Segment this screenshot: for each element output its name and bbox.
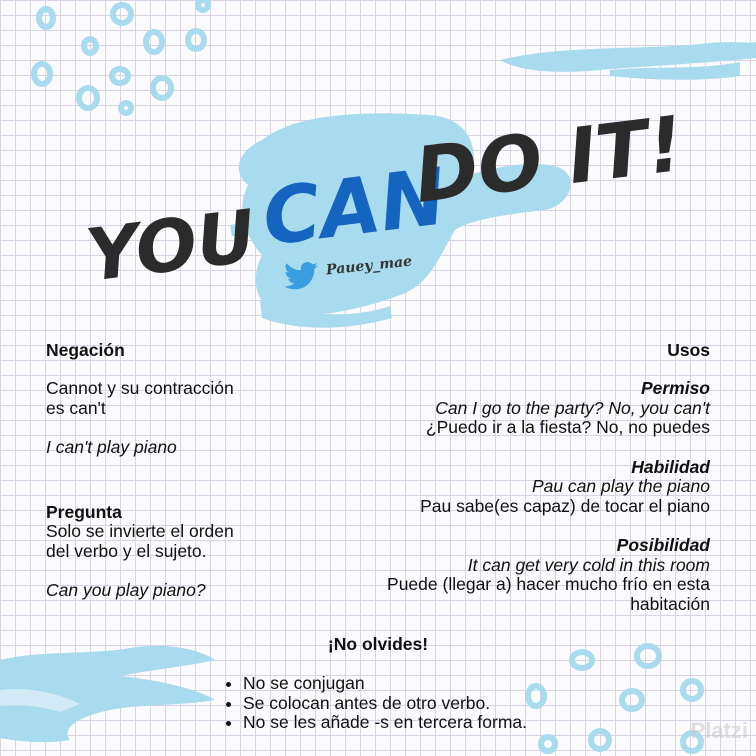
pregunta-example: Can you play piano? [46, 580, 206, 600]
permiso-spanish: ¿Puedo ir a la fiesta? No, no puedes [425, 417, 710, 437]
posibilidad-spanish-1: Puede (llegar a) hacer mucho frío en est… [387, 574, 710, 594]
negacion-line-2: es can't [46, 398, 106, 418]
negacion-example: I can't play piano [46, 437, 177, 457]
reminder-item: No se les añade -s en tercera forma. [243, 713, 533, 733]
habilidad-english: Pau can play the piano [531, 476, 710, 496]
pregunta-line-1: Solo se invierte el orden [46, 521, 234, 541]
title-word-you: YOU [82, 194, 260, 298]
twitter-icon [284, 262, 318, 290]
negacion-heading: Negación [46, 340, 125, 360]
posibilidad-heading: Posibilidad [616, 535, 710, 555]
usos-heading: Usos [667, 340, 710, 360]
permiso-heading: Permiso [640, 378, 710, 398]
platzi-watermark: Platzi [690, 718, 748, 743]
reminder-item: No se conjugan [243, 673, 533, 694]
pregunta-line-2: del verbo y el sujeto. [46, 541, 207, 561]
habilidad-heading: Habilidad [631, 457, 710, 477]
posibilidad-spanish-2: habitación [630, 594, 710, 614]
reminder-item: Se colocan antes de otro verbo. [243, 693, 533, 714]
posibilidad-english: It can get very cold in this room [467, 555, 710, 575]
reminder-list: No se conjugan Se colocan antes de otro … [223, 673, 533, 733]
reminder-heading: ¡No olvides! [327, 634, 429, 654]
title-graphic: YOU CAN DO IT! [82, 99, 688, 298]
negacion-line-1: Cannot y su contracción [46, 378, 234, 398]
habilidad-spanish: Pau sabe(es capaz) de tocar el piano [420, 496, 710, 516]
title-word-do-it: DO IT! [410, 99, 688, 220]
pregunta-heading: Pregunta [46, 502, 122, 522]
permiso-english: Can I go to the party? No, you can't [435, 398, 710, 418]
